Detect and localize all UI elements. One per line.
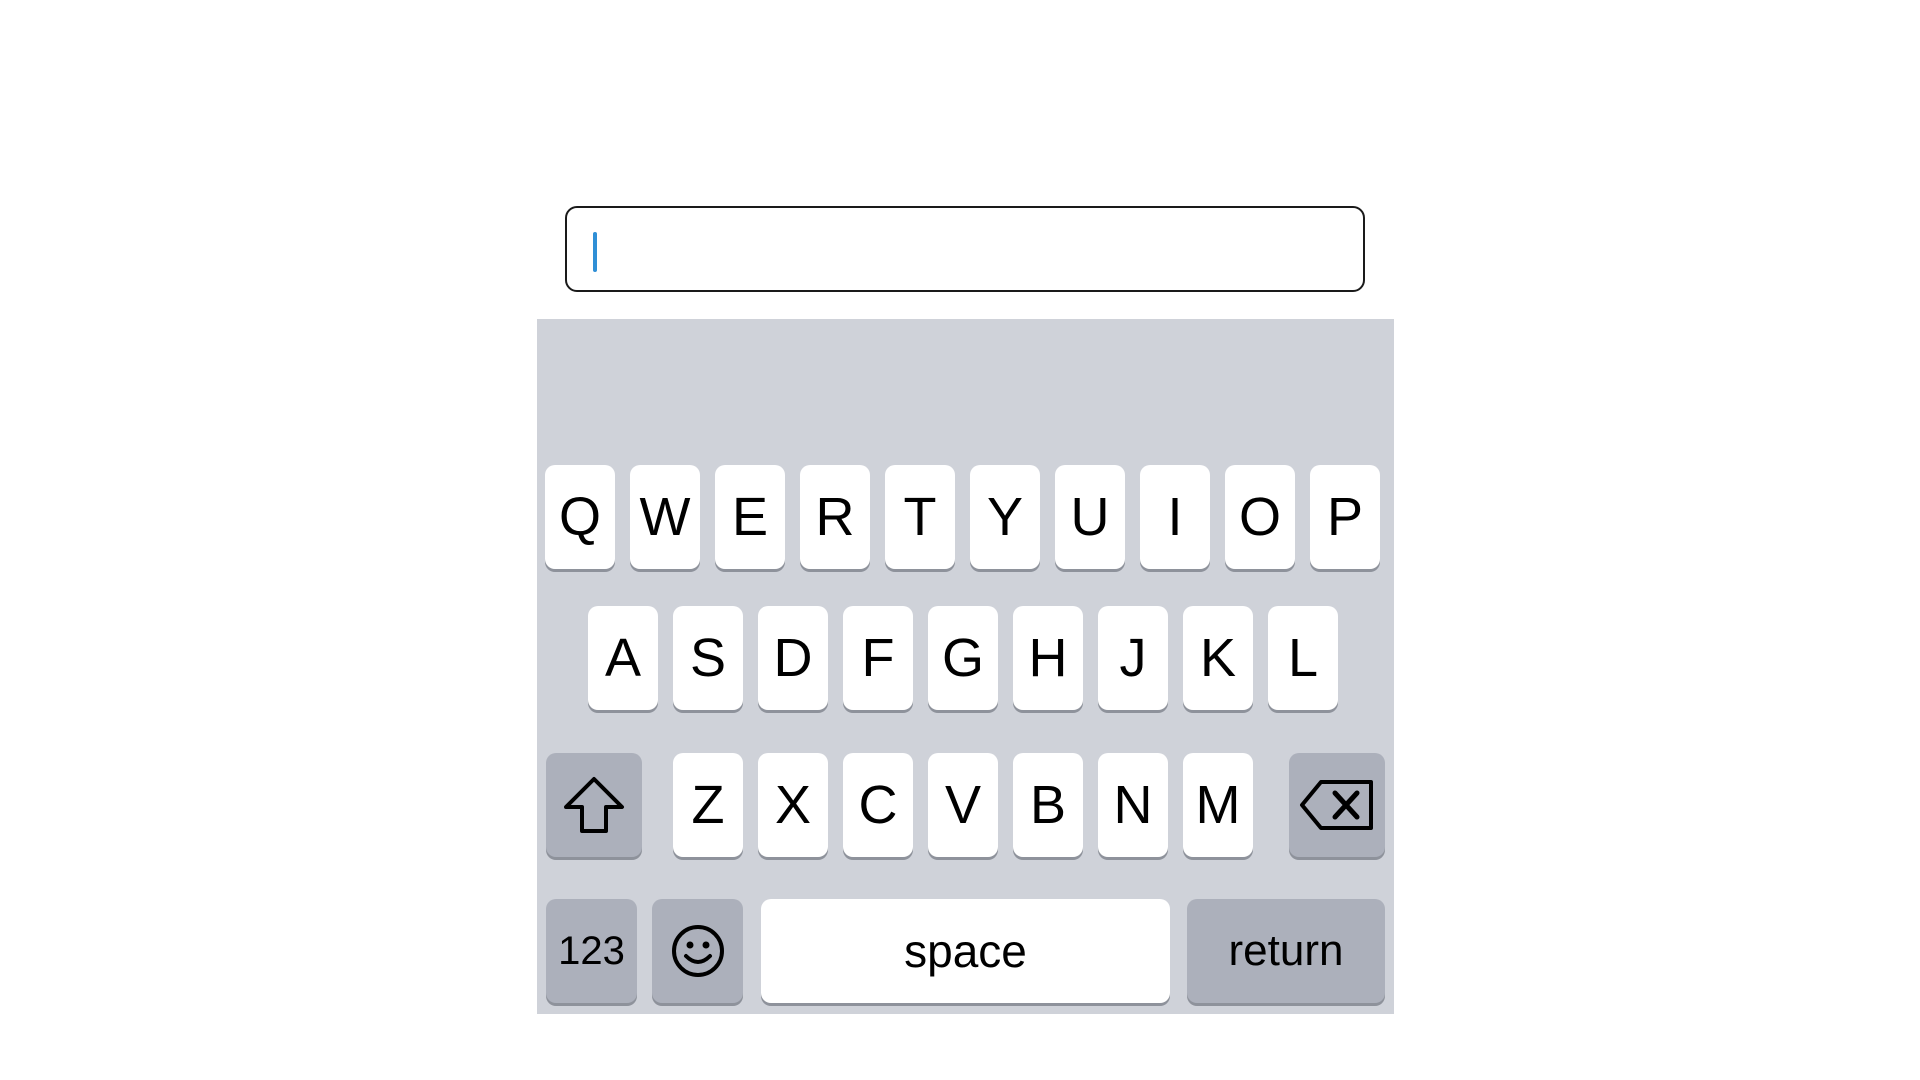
- space-key[interactable]: space: [761, 899, 1170, 1003]
- key-e[interactable]: E: [715, 465, 785, 569]
- key-w[interactable]: W: [630, 465, 700, 569]
- key-l[interactable]: L: [1268, 606, 1338, 710]
- smiley-icon: [671, 925, 724, 977]
- key-y[interactable]: Y: [970, 465, 1040, 569]
- key-f[interactable]: F: [843, 606, 913, 710]
- key-z[interactable]: Z: [673, 753, 743, 857]
- key-d[interactable]: D: [758, 606, 828, 710]
- key-h[interactable]: H: [1013, 606, 1083, 710]
- key-m[interactable]: M: [1183, 753, 1253, 857]
- key-t[interactable]: T: [885, 465, 955, 569]
- key-q[interactable]: Q: [545, 465, 615, 569]
- key-s[interactable]: S: [673, 606, 743, 710]
- shift-arrow-icon: [564, 777, 624, 833]
- backspace-key[interactable]: [1289, 753, 1385, 857]
- key-j[interactable]: J: [1098, 606, 1168, 710]
- key-n[interactable]: N: [1098, 753, 1168, 857]
- return-key[interactable]: return: [1187, 899, 1385, 1003]
- key-k[interactable]: K: [1183, 606, 1253, 710]
- key-i[interactable]: I: [1140, 465, 1210, 569]
- numbers-key[interactable]: 123: [546, 899, 637, 1003]
- emoji-key[interactable]: [652, 899, 743, 1003]
- text-caret: [593, 232, 597, 272]
- key-x[interactable]: X: [758, 753, 828, 857]
- key-u[interactable]: U: [1055, 465, 1125, 569]
- key-v[interactable]: V: [928, 753, 998, 857]
- key-o[interactable]: O: [1225, 465, 1295, 569]
- shift-key[interactable]: [546, 753, 642, 857]
- key-c[interactable]: C: [843, 753, 913, 857]
- backspace-icon: [1300, 780, 1373, 830]
- key-a[interactable]: A: [588, 606, 658, 710]
- onscreen-keyboard: Q W E R T Y U I O P A S D F G H J K L Z …: [537, 319, 1394, 1014]
- key-b[interactable]: B: [1013, 753, 1083, 857]
- key-g[interactable]: G: [928, 606, 998, 710]
- key-p[interactable]: P: [1310, 465, 1380, 569]
- key-r[interactable]: R: [800, 465, 870, 569]
- text-input-field[interactable]: [565, 206, 1365, 292]
